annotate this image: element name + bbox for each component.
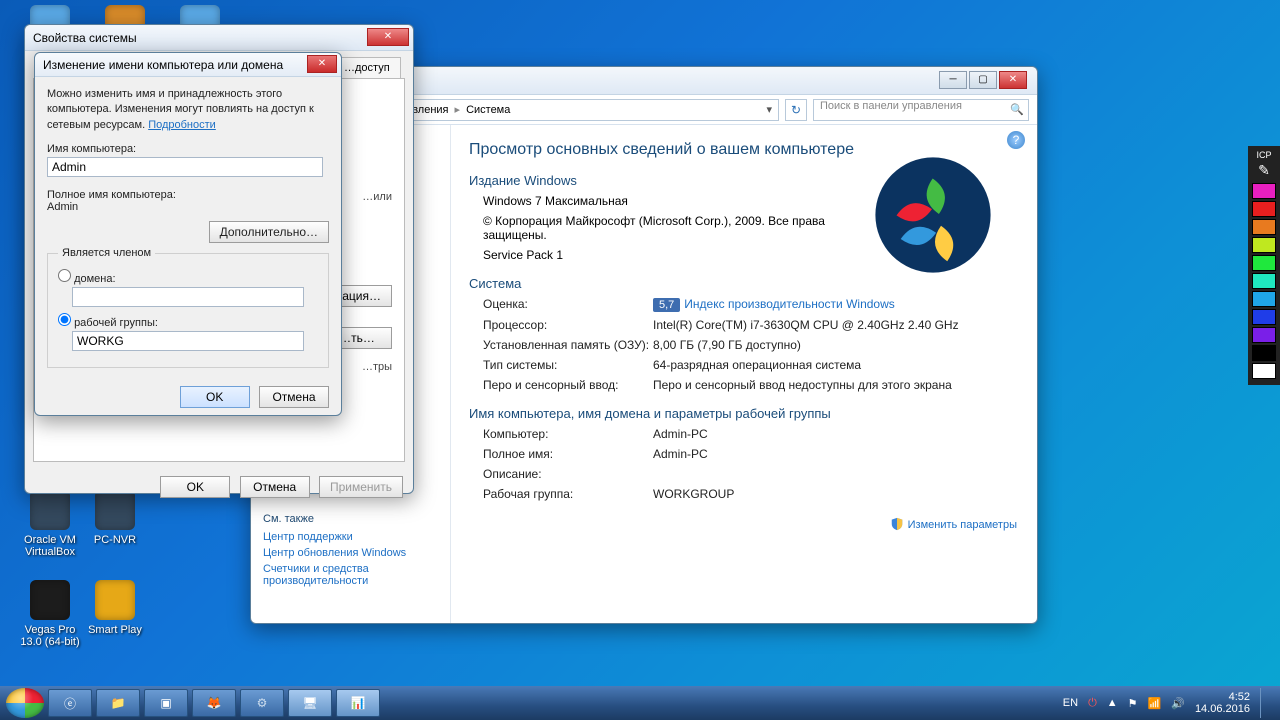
- member-of-fieldset: Является членом домена: рабочей группы:: [47, 247, 329, 368]
- color-swatch[interactable]: [1252, 183, 1276, 199]
- start-button[interactable]: [6, 688, 44, 718]
- taskbar-item[interactable]: ▣: [144, 689, 188, 717]
- sidebar-link[interactable]: Центр обновления Windows: [263, 547, 438, 559]
- cancel-button[interactable]: Отмена: [259, 386, 329, 408]
- close-button[interactable]: ✕: [999, 71, 1027, 89]
- taskbar-item[interactable]: ⚙: [240, 689, 284, 717]
- refresh-button[interactable]: ↻: [785, 99, 807, 121]
- workgroup-input[interactable]: [72, 331, 304, 351]
- color-swatch[interactable]: [1252, 273, 1276, 289]
- taskbar-item[interactable]: 🖥: [288, 689, 332, 717]
- color-swatch[interactable]: [1252, 219, 1276, 235]
- more-button[interactable]: Дополнительно…: [209, 221, 329, 243]
- taskbar-item[interactable]: 📁: [96, 689, 140, 717]
- network-icon[interactable]: 📶: [1148, 697, 1162, 710]
- language-indicator[interactable]: EN: [1063, 697, 1078, 709]
- search-input[interactable]: Поиск в панели управления 🔍: [813, 99, 1029, 121]
- computer-value: Admin-PC: [653, 427, 1023, 441]
- taskbar-item[interactable]: 📊: [336, 689, 380, 717]
- section-header: Система: [469, 276, 1023, 291]
- minimize-button[interactable]: ─: [939, 71, 967, 89]
- main-content: ? Просмотр основных сведений о вашем ком…: [451, 125, 1037, 623]
- brush-icon[interactable]: ✎: [1248, 162, 1280, 179]
- ok-button[interactable]: OK: [180, 386, 250, 408]
- breadcrumb-part[interactable]: Система: [466, 104, 510, 116]
- tab-remote[interactable]: …доступ: [333, 57, 401, 78]
- maximize-button[interactable]: ▢: [969, 71, 997, 89]
- systype-value: 64-разрядная операционная система: [653, 358, 1023, 372]
- color-swatch[interactable]: [1252, 327, 1276, 343]
- color-swatch[interactable]: [1252, 255, 1276, 271]
- details-link[interactable]: Подробности: [148, 119, 216, 131]
- rename-computer-dialog: Изменение имени компьютера или домена ✕ …: [34, 52, 342, 416]
- desktop-icon[interactable]: Vegas Pro 13.0 (64-bit): [15, 580, 85, 648]
- copyright: © Корпорация Майкрософт (Microsoft Corp.…: [483, 214, 843, 242]
- desc-value: [653, 467, 1023, 481]
- computer-name-label: Имя компьютера:: [47, 143, 329, 155]
- fullname-value: Admin-PC: [653, 447, 1023, 461]
- help-icon[interactable]: ?: [1007, 131, 1025, 149]
- ok-button[interactable]: OK: [160, 476, 230, 498]
- sidebar-link[interactable]: Центр поддержки: [263, 531, 438, 543]
- workgroup-value: WORKGROUP: [653, 487, 1023, 501]
- cancel-button[interactable]: Отмена: [240, 476, 310, 498]
- desktop-icon[interactable]: Smart Play: [80, 580, 150, 636]
- color-swatch[interactable]: [1252, 237, 1276, 253]
- taskbar-item[interactable]: ⓔ: [48, 689, 92, 717]
- volume-icon[interactable]: 🔊: [1171, 697, 1185, 710]
- windows-logo: [873, 155, 993, 275]
- color-swatch[interactable]: [1252, 345, 1276, 361]
- change-settings-link[interactable]: Изменить параметры: [890, 517, 1017, 531]
- clock[interactable]: 4:52 14.06.2016: [1195, 691, 1250, 715]
- section-header: Имя компьютера, имя домена и параметры р…: [469, 406, 1023, 421]
- system-tray[interactable]: EN ⏻ ▲ ⚑ 📶 🔊 4:52 14.06.2016: [1063, 688, 1274, 718]
- tray-icon[interactable]: ▲: [1107, 697, 1118, 709]
- rename-titlebar[interactable]: Изменение имени компьютера или домена ✕: [35, 53, 341, 77]
- computer-name-input[interactable]: [47, 157, 323, 177]
- color-swatch[interactable]: [1252, 291, 1276, 307]
- cpu-value: Intel(R) Core(TM) i7-3630QM CPU @ 2.40GH…: [653, 318, 1023, 332]
- color-swatch[interactable]: [1252, 363, 1276, 379]
- see-also-header: См. также: [263, 513, 438, 525]
- close-button[interactable]: ✕: [367, 28, 409, 46]
- flag-icon[interactable]: ⚑: [1128, 697, 1138, 710]
- sysprops-titlebar[interactable]: Свойства системы ✕: [25, 25, 413, 51]
- apply-button[interactable]: Применить: [319, 476, 403, 498]
- close-button[interactable]: ✕: [307, 55, 337, 73]
- taskbar[interactable]: ⓔ 📁 ▣ 🦊 ⚙ 🖥 📊 EN ⏻ ▲ ⚑ 📶 🔊 4:52 14.06.20…: [0, 686, 1280, 720]
- pen-value: Перо и сенсорный ввод недоступны для это…: [653, 378, 1023, 392]
- tray-icon[interactable]: ⏻: [1088, 697, 1097, 710]
- rating-badge: 5,7: [653, 298, 680, 312]
- sidebar-link[interactable]: Счетчики и средства производительности: [263, 563, 438, 587]
- workgroup-radio[interactable]: рабочей группы:: [58, 317, 158, 329]
- domain-input[interactable]: [72, 287, 304, 307]
- rating-link[interactable]: Индекс производительности Windows: [684, 297, 894, 311]
- search-icon: 🔍: [1010, 103, 1024, 116]
- shield-icon: [890, 517, 904, 531]
- fullname-label: Полное имя компьютера:: [47, 189, 329, 201]
- taskbar-item[interactable]: 🦊: [192, 689, 236, 717]
- ram-value: 8,00 ГБ (7,90 ГБ доступно): [653, 338, 1023, 352]
- color-swatch[interactable]: [1252, 201, 1276, 217]
- show-desktop-button[interactable]: [1260, 688, 1268, 718]
- hint-text: Можно изменить имя и принадлежность этог…: [47, 87, 329, 133]
- color-picker-toolbar[interactable]: ICP ✎: [1248, 146, 1280, 385]
- fullname-value: Admin: [47, 201, 329, 213]
- domain-radio[interactable]: домена:: [58, 273, 116, 285]
- color-swatch[interactable]: [1252, 309, 1276, 325]
